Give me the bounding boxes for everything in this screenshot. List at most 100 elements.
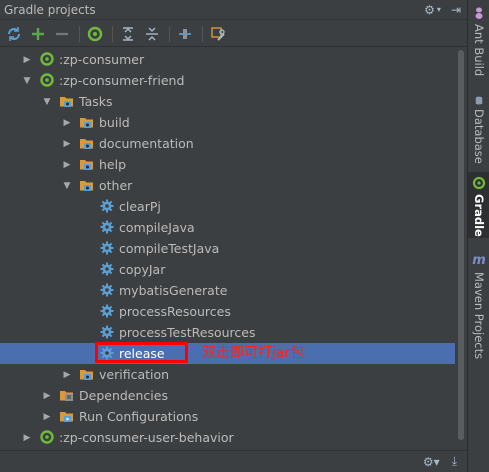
- gradle-icon: [472, 176, 486, 190]
- sidebar-tab-label: Maven Projects: [472, 272, 486, 360]
- hide-panel-icon[interactable]: ⇥: [451, 4, 461, 16]
- tree-node-label: :zp-consumer-user-behavior: [59, 430, 234, 445]
- tree-node-label: Dependencies: [79, 388, 168, 403]
- collapsed-arrow-icon[interactable]: ▶: [22, 49, 32, 70]
- tree-node-label: copyJar: [119, 262, 166, 277]
- tree-node-row[interactable]: ▼ :zp-consumer-friend: [0, 70, 455, 91]
- task-row[interactable]: processTestResources: [0, 322, 455, 343]
- gradle-projects-panel: Gradle projects ⚙ ▾ ⇥ ▶:zp-consumer ▼:…: [0, 0, 467, 472]
- gradle-project-tree: ▶:zp-consumer ▼:zp-consumer-friend ▼ Tasks ▶…: [0, 48, 455, 448]
- gradle-toolbar: [0, 21, 467, 47]
- gear-task-icon: [99, 261, 115, 277]
- gear-task-icon: [99, 282, 115, 298]
- expand-all-icon[interactable]: [117, 23, 139, 45]
- right-tool-strip: Ant Build Database Gradle m Maven Projec…: [467, 0, 489, 472]
- tree-node-label: compileJava: [119, 220, 195, 235]
- vertical-scrollbar[interactable]: [457, 48, 465, 448]
- tree-node-row[interactable]: ▶ Run Configurations: [0, 406, 455, 427]
- tree-node-label: build: [99, 115, 130, 130]
- collapsed-arrow-icon[interactable]: ▶: [62, 154, 72, 175]
- tree-node-label: compileTestJava: [119, 241, 220, 256]
- tree-node-label: help: [99, 157, 127, 172]
- toolbar-separator: [169, 25, 170, 42]
- tree-node-label: other: [99, 178, 133, 193]
- gear-task-icon: [99, 198, 115, 214]
- tree-node-label: Run Configurations: [79, 409, 199, 424]
- collapsed-arrow-icon[interactable]: ▶: [62, 112, 72, 133]
- dependencies-icon: [59, 387, 75, 403]
- tasks-folder-icon: [79, 135, 95, 151]
- panel-title: Gradle projects: [4, 2, 96, 17]
- sidebar-tab-label: Database: [472, 109, 486, 164]
- gear-task-icon: [99, 345, 115, 361]
- sidebar-tab-gradle[interactable]: Gradle: [468, 172, 489, 238]
- toolbar-separator: [79, 25, 80, 42]
- collapse-all-icon[interactable]: [141, 23, 163, 45]
- expanded-arrow-icon[interactable]: ▼: [62, 175, 72, 196]
- sidebar-tab-label: Gradle: [472, 194, 486, 237]
- refresh-all-icon[interactable]: [3, 23, 25, 45]
- task-row[interactable]: clearPj: [0, 196, 455, 217]
- scrollbar-thumb[interactable]: [458, 50, 464, 440]
- tasks-folder-icon: [79, 366, 95, 382]
- gear-task-icon: [99, 324, 115, 340]
- tree-node-row[interactable]: ▶ :zp-consumer: [0, 49, 455, 70]
- tree-node-label: :zp-consumer: [59, 52, 145, 67]
- tasks-folder-icon: [79, 177, 95, 193]
- tree-node-row[interactable]: ▼ other: [0, 175, 455, 196]
- tree-node-row[interactable]: ▶ verification: [0, 364, 455, 385]
- toolbar-separator: [202, 25, 203, 42]
- task-row[interactable]: copyJar: [0, 259, 455, 280]
- collapsed-arrow-icon[interactable]: ▶: [62, 133, 72, 154]
- title-actions: ⚙ ▾ ⇥: [424, 4, 461, 16]
- tree-node-row[interactable]: ▶ build: [0, 112, 455, 133]
- toolbar-separator: [112, 25, 113, 42]
- run-configurations-icon: [59, 408, 75, 424]
- tree-node-label: release: [119, 346, 165, 361]
- tree-node-label: verification: [99, 367, 170, 382]
- gradle-project-icon: [39, 429, 55, 445]
- tree-node-row[interactable]: ▶ :zp-consumer-user-behavior: [0, 427, 455, 448]
- settings-dropdown-icon[interactable]: ▾: [437, 5, 441, 14]
- tree-node-label: documentation: [99, 136, 194, 151]
- task-row[interactable]: mybatisGenerate: [0, 280, 455, 301]
- task-row[interactable]: compileJava: [0, 217, 455, 238]
- tree-node-row[interactable]: ▶ help: [0, 154, 455, 175]
- ant-icon: [475, 7, 483, 19]
- gradle-project-icon: [39, 72, 55, 88]
- gradle-settings-icon[interactable]: [207, 23, 229, 45]
- tree-node-row[interactable]: ▶ documentation: [0, 133, 455, 154]
- collapsed-arrow-icon[interactable]: ▶: [22, 427, 32, 448]
- sidebar-tab-database[interactable]: Database: [468, 92, 489, 164]
- tasks-folder-icon: [59, 93, 75, 109]
- task-row[interactable]: compileTestJava: [0, 238, 455, 259]
- tree-node-label: mybatisGenerate: [119, 283, 228, 298]
- bottom-settings-gear-icon[interactable]: ⚙▾: [423, 455, 440, 469]
- settings-gear-icon[interactable]: ⚙: [424, 4, 435, 16]
- gear-task-icon: [99, 240, 115, 256]
- toggle-offline-icon[interactable]: [174, 23, 196, 45]
- task-row[interactable]: processResources: [0, 301, 455, 322]
- expanded-arrow-icon[interactable]: ▼: [42, 91, 52, 112]
- add-icon[interactable]: [27, 23, 49, 45]
- sidebar-tab-ant-build[interactable]: Ant Build: [468, 2, 489, 80]
- sidebar-tab-label: Ant Build: [472, 24, 486, 77]
- collapsed-arrow-icon[interactable]: ▶: [42, 406, 52, 427]
- tree-node-row[interactable]: ▶ Dependencies: [0, 385, 455, 406]
- expanded-arrow-icon[interactable]: ▼: [22, 70, 32, 91]
- gradle-execute-icon[interactable]: [84, 23, 106, 45]
- collapsed-arrow-icon[interactable]: ▶: [62, 364, 72, 385]
- pin-icon[interactable]: ⤓: [452, 454, 457, 469]
- collapsed-arrow-icon[interactable]: ▶: [42, 385, 52, 406]
- tree-node-row[interactable]: ▼ Tasks: [0, 91, 455, 112]
- maven-icon: m: [472, 253, 486, 268]
- gradle-tool-window: Gradle projects ⚙ ▾ ⇥ ▶:zp-consumer ▼:…: [0, 0, 489, 472]
- gradle-project-icon: [39, 51, 55, 67]
- database-icon: [475, 96, 483, 105]
- tasks-folder-icon: [79, 156, 95, 172]
- tasks-folder-icon: [79, 114, 95, 130]
- tree-node-label: processResources: [119, 304, 231, 319]
- remove-icon[interactable]: [51, 23, 73, 45]
- tree-node-label: :zp-consumer-friend: [59, 73, 185, 88]
- sidebar-tab-maven-projects[interactable]: m Maven Projects: [468, 250, 489, 360]
